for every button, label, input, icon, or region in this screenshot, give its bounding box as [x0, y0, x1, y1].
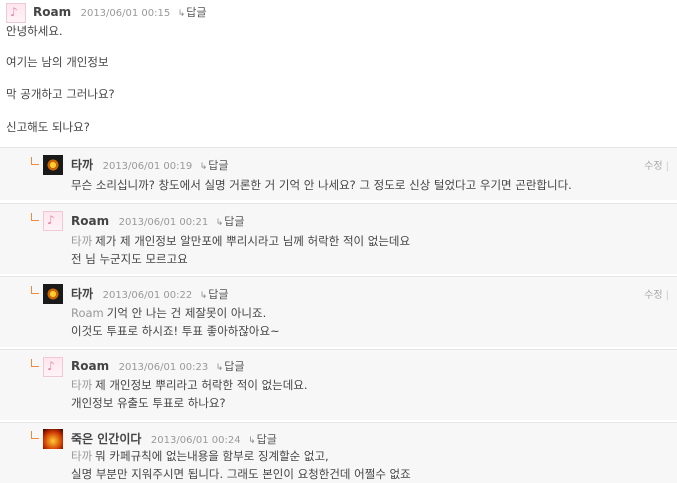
reply-indent-icon	[31, 359, 39, 367]
comment-item: Roam 2013/06/01 00:15 ↳답글 안녕하세요. 여기는 남의 …	[0, 0, 677, 148]
comment-line: 안녕하세요.	[6, 24, 63, 38]
reply-indent-icon	[31, 213, 39, 221]
avatar[interactable]	[43, 211, 63, 231]
reply-indent-icon	[31, 286, 39, 294]
reply-button[interactable]: ↳답글	[178, 6, 207, 19]
comment-body: 타까 제가 제 개인정보 알만포에 뿌리시라고 님께 허락한 적이 없는데요 전 …	[71, 232, 410, 268]
comment-author[interactable]: Roam	[71, 359, 109, 373]
reply-indent-icon	[31, 157, 39, 165]
comment-line: 제 개인정보 뿌리라고 허락한 적이 없는데요.	[95, 378, 308, 392]
comment-body: 타까 뭐 카페규칙에 없는내용을 함부로 징계할순 없고, 실명 부분만 지워주시…	[71, 447, 411, 483]
avatar[interactable]	[43, 155, 63, 175]
comment-item: Roam 2013/06/01 00:21 ↳답글 타까제가 제 개인정보 알만…	[0, 203, 677, 274]
edit-button[interactable]: 수정 |	[644, 286, 669, 301]
comment-line: 전 님 누군지도 모르고요	[71, 252, 188, 266]
avatar[interactable]	[43, 429, 63, 449]
comment-author[interactable]: 타까	[71, 158, 93, 172]
reply-arrow-icon: ↳	[177, 9, 186, 19]
reply-arrow-icon: ↳	[248, 436, 256, 446]
comment-date: 2013/06/01 00:22	[102, 290, 193, 301]
comment-date: 2013/06/01 00:19	[102, 161, 193, 172]
avatar[interactable]	[6, 3, 26, 23]
reply-indent-icon	[31, 431, 39, 439]
edit-button[interactable]: 수정 |	[644, 157, 669, 172]
comment-date: 2013/06/01 00:23	[118, 362, 209, 373]
reply-arrow-icon: ↳	[215, 363, 224, 373]
avatar[interactable]	[43, 284, 63, 304]
comment-item: 죽은 인간이다 2013/06/01 00:24 ↳답글 타까 뭐 카페규칙에 없…	[0, 422, 677, 483]
reply-arrow-icon: ↳	[199, 291, 208, 301]
comment-date: 2013/06/01 00:24	[150, 435, 241, 446]
comment-item: 타까 2013/06/01 00:22 ↳답글 수정 | Roam 기억 안 나는 …	[0, 276, 677, 347]
comment-author[interactable]: Roam	[71, 214, 109, 228]
comment-line: 개인정보 유출도 투표로 하나요?	[71, 396, 226, 410]
mention-link[interactable]: 타까	[71, 449, 92, 463]
comment-author[interactable]: Roam	[33, 5, 71, 19]
comment-line: 무슨 소리십니까? 창도에서 실명 거론한 거 기억 안 나세요? 그 정도로 …	[71, 178, 572, 192]
mention-link[interactable]: 타까	[71, 378, 92, 392]
comment-item: 타까 2013/06/01 00:19 ↳답글 수정 | 무슨 소리십니까? 창도…	[0, 147, 677, 200]
reply-button[interactable]: ↳답글	[200, 159, 229, 172]
comment-author[interactable]: 죽은 인간이다	[71, 432, 141, 446]
comment-line: 기억 안 나는 건 제잘못이 아니죠.	[106, 306, 267, 320]
comment-author[interactable]: 타까	[71, 287, 93, 301]
reply-button[interactable]: ↳답글	[216, 360, 245, 373]
reply-arrow-icon: ↳	[199, 162, 208, 172]
comment-body: Roam 기억 안 나는 건 제잘못이 아니죠. 이것도 투표로 하시죠! 투표 …	[71, 304, 280, 340]
comment-body: 타까 제 개인정보 뿌리라고 허락한 적이 없는데요. 개인정보 유출도 투표로 …	[71, 376, 308, 412]
reply-button[interactable]: ↳답글	[248, 433, 277, 446]
comment-date: 2013/06/01 00:21	[118, 217, 209, 228]
comment-line: 실명 부분만 지워주시면 됩니다. 그래도 본인이 요청한건데 어쩔수 없죠	[71, 467, 411, 481]
reply-button[interactable]: ↳답글	[200, 288, 229, 301]
comment-line: 막 공개하고 그러나요?	[6, 87, 115, 101]
comment-line: 뭐 카페규칙에 없는내용을 함부로 징계할순 없고,	[95, 449, 329, 463]
reply-arrow-icon: ↳	[215, 218, 224, 228]
mention-link[interactable]: 타까	[71, 234, 92, 248]
comment-line: 신고해도 되나요?	[6, 120, 90, 134]
comment-date: 2013/06/01 00:15	[80, 8, 171, 19]
comment-body: 무슨 소리십니까? 창도에서 실명 거론한 거 기억 안 나세요? 그 정도로 …	[71, 176, 572, 194]
reply-button[interactable]: ↳답글	[216, 215, 245, 228]
comment-line: 여기는 남의 개인정보	[6, 55, 109, 69]
comment-line: 제가 제 개인정보 알만포에 뿌리시라고 님께 허락한 적이 없는데요	[95, 234, 411, 248]
comment-line: 이것도 투표로 하시죠! 투표 좋아하잖아요~	[71, 324, 280, 338]
avatar[interactable]	[43, 357, 63, 377]
mention-link[interactable]: Roam	[71, 306, 104, 320]
comment-item: Roam 2013/06/01 00:23 ↳답글 타까제 개인정보 뿌리라고 …	[0, 349, 677, 420]
